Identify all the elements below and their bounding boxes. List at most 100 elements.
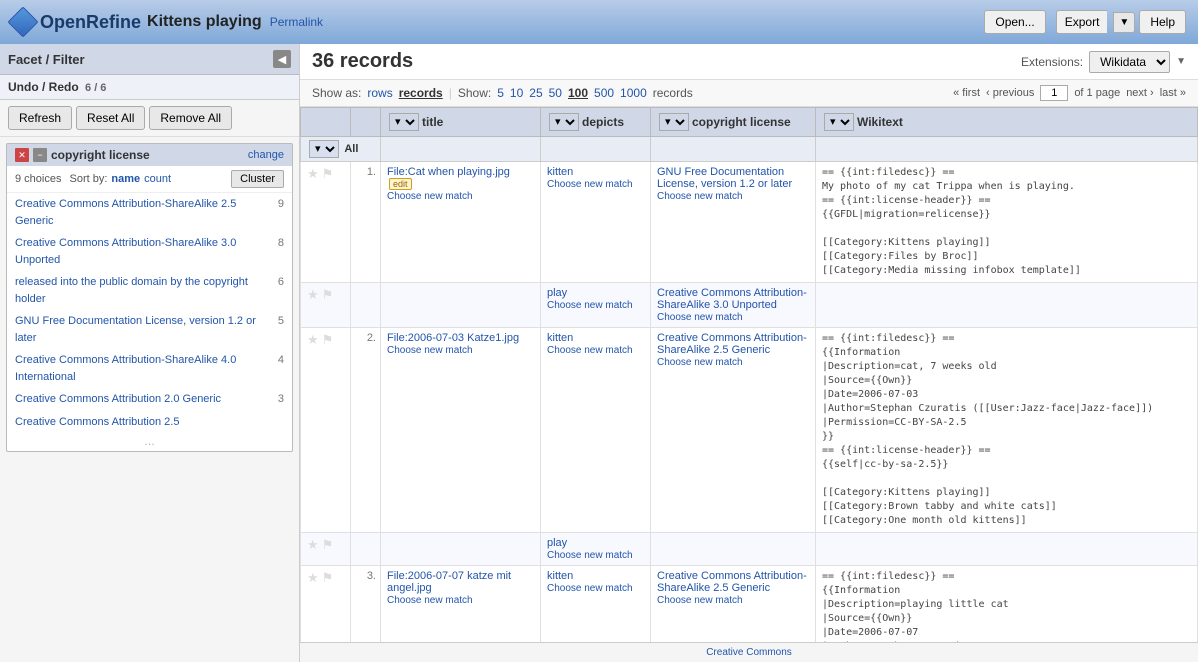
- sort-label: Sort by:: [69, 173, 107, 185]
- facet-item-6[interactable]: Creative Commons Attribution 2.0 Generic…: [7, 388, 292, 411]
- export-dropdown[interactable]: ▼: [1113, 12, 1135, 33]
- star-icon-2b[interactable]: ★: [307, 537, 319, 553]
- facet-item-4[interactable]: GNU Free Documentation License, version …: [7, 310, 292, 349]
- open-button[interactable]: Open...: [984, 10, 1045, 34]
- facet-item-3[interactable]: released into the public domain by the c…: [7, 271, 292, 310]
- show-50[interactable]: 50: [549, 86, 562, 100]
- star-icon-3[interactable]: ★: [307, 570, 319, 586]
- refresh-button[interactable]: Refresh: [8, 106, 72, 130]
- file-link-3[interactable]: File:2006-07-07 katze mit angel.jpg: [387, 570, 511, 594]
- previous-page-link[interactable]: ‹ previous: [986, 87, 1034, 99]
- choose-depicts-1b[interactable]: Choose new match: [547, 300, 633, 311]
- depicts-value-1b[interactable]: play: [547, 287, 567, 299]
- show-label: Show:: [458, 86, 491, 100]
- col-header-wikitext[interactable]: ▾ Wikitext: [816, 108, 1198, 137]
- flag-icon-3[interactable]: ⚑: [322, 570, 334, 586]
- wikitext-cell-2b: [816, 533, 1198, 566]
- depicts-value-1[interactable]: kitten: [547, 166, 573, 178]
- facet-item-2[interactable]: Creative Commons Attribution-ShareAlike …: [7, 232, 292, 271]
- file-link-1[interactable]: File:Cat when playing.jpg: [387, 166, 510, 178]
- facet-change-link[interactable]: change: [248, 149, 284, 161]
- depicts-value-2b[interactable]: play: [547, 537, 567, 549]
- depicts-value-3[interactable]: kitten: [547, 570, 573, 582]
- creative-commons-link[interactable]: Creative Commons: [706, 647, 792, 658]
- edit-badge-1[interactable]: edit: [389, 178, 412, 190]
- help-button[interactable]: Help: [1139, 10, 1186, 34]
- choose-copyright-1[interactable]: Choose new match: [657, 191, 743, 202]
- file-link-2[interactable]: File:2006-07-03 Katze1.jpg: [387, 332, 519, 344]
- table-row: ★ ⚑ play Choose new match: [301, 533, 1198, 566]
- reset-all-button[interactable]: Reset All: [76, 106, 145, 130]
- choose-match-title-1[interactable]: Choose new match: [387, 191, 473, 202]
- extensions-label: Extensions:: [1021, 55, 1083, 69]
- choose-depicts-2b[interactable]: Choose new match: [547, 550, 633, 561]
- show-10[interactable]: 10: [510, 86, 523, 100]
- show-100[interactable]: 100: [568, 86, 588, 100]
- first-page-link[interactable]: « first: [953, 87, 980, 99]
- choose-depicts-1[interactable]: Choose new match: [547, 179, 633, 190]
- footer: Creative Commons: [300, 642, 1198, 662]
- flag-icon-1b[interactable]: ⚑: [322, 287, 334, 303]
- star-icon-1b[interactable]: ★: [307, 287, 319, 303]
- title-col-dropdown[interactable]: ▾: [389, 113, 419, 131]
- show-1000[interactable]: 1000: [620, 86, 647, 100]
- facet-item-1[interactable]: Creative Commons Attribution-ShareAlike …: [7, 193, 292, 232]
- facet-x-button[interactable]: ✕: [15, 148, 29, 162]
- col-header-select: [301, 108, 351, 137]
- choose-copyright-3[interactable]: Choose new match: [657, 595, 743, 606]
- last-page-link[interactable]: last »: [1160, 87, 1186, 99]
- show-5[interactable]: 5: [497, 86, 504, 100]
- page-input[interactable]: [1040, 85, 1068, 101]
- table-row: ★ ⚑ 3. File:2006-07-07 katze mit angel.j…: [301, 566, 1198, 643]
- flag-icon-2b[interactable]: ⚑: [322, 537, 334, 553]
- copyright-col-dropdown[interactable]: ▾: [659, 113, 689, 131]
- show-25[interactable]: 25: [529, 86, 542, 100]
- copyright-value-2[interactable]: Creative Commons Attribution-ShareAlike …: [657, 332, 807, 356]
- cluster-button[interactable]: Cluster: [231, 170, 284, 188]
- wikitext-col-dropdown[interactable]: ▾: [824, 113, 854, 131]
- table-row: ★ ⚑ play Choose new match Creative Commo…: [301, 283, 1198, 328]
- choose-depicts-3[interactable]: Choose new match: [547, 583, 633, 594]
- remove-all-button[interactable]: Remove All: [149, 106, 232, 130]
- records-link[interactable]: records: [399, 86, 443, 100]
- choose-match-title-2[interactable]: Choose new match: [387, 345, 473, 356]
- depicts-col-dropdown[interactable]: ▾: [549, 113, 579, 131]
- copyright-value-1b[interactable]: Creative Commons Attribution-ShareAlike …: [657, 287, 807, 311]
- choose-match-title-3[interactable]: Choose new match: [387, 595, 473, 606]
- wikitext-cell-3: == {{int:filedesc}} == {{Information |De…: [816, 566, 1198, 643]
- permalink-link[interactable]: Permalink: [270, 15, 323, 29]
- star-icon-1[interactable]: ★: [307, 166, 319, 182]
- title-cell-1: File:Cat when playing.jpg edit: [387, 166, 510, 190]
- extensions-dropdown-arrow: ▼: [1176, 56, 1186, 67]
- depicts-value-2[interactable]: kitten: [547, 332, 573, 344]
- records-suffix-label: records: [653, 86, 693, 100]
- show-500[interactable]: 500: [594, 86, 614, 100]
- all-col-dropdown[interactable]: ▾: [309, 140, 339, 158]
- col-header-copyright[interactable]: ▾ copyright license: [651, 108, 816, 137]
- facet-minus-button[interactable]: −: [33, 148, 47, 162]
- copyright-value-3[interactable]: Creative Commons Attribution-ShareAlike …: [657, 570, 807, 594]
- flag-icon-2[interactable]: ⚑: [322, 332, 334, 348]
- flag-icon-1[interactable]: ⚑: [322, 166, 334, 182]
- record-count: 36 records: [312, 50, 413, 73]
- wikitext-cell-2: == {{int:filedesc}} == {{Information |De…: [816, 328, 1198, 533]
- extensions-select[interactable]: Wikidata: [1089, 51, 1170, 73]
- col-header-depicts[interactable]: ▾ depicts: [541, 108, 651, 137]
- of-page-label: of 1 page: [1074, 87, 1120, 99]
- export-button[interactable]: Export: [1056, 10, 1108, 34]
- choose-copyright-1b[interactable]: Choose new match: [657, 312, 743, 323]
- sort-by-count[interactable]: count: [144, 173, 171, 185]
- sort-by-name[interactable]: name: [111, 173, 140, 185]
- next-page-link[interactable]: next ›: [1126, 87, 1154, 99]
- choose-depicts-2[interactable]: Choose new match: [547, 345, 633, 356]
- rows-link[interactable]: rows: [367, 86, 392, 100]
- app-name: OpenRefine: [40, 12, 141, 33]
- col-header-rownum: [351, 108, 381, 137]
- facet-item-7[interactable]: Creative Commons Attribution 2.5: [7, 411, 292, 434]
- choose-copyright-2[interactable]: Choose new match: [657, 357, 743, 368]
- facet-item-5[interactable]: Creative Commons Attribution-ShareAlike …: [7, 349, 292, 388]
- collapse-sidebar-button[interactable]: ◀: [273, 50, 291, 68]
- star-icon-2[interactable]: ★: [307, 332, 319, 348]
- copyright-value-1[interactable]: GNU Free Documentation License, version …: [657, 166, 792, 190]
- col-header-title[interactable]: ▾ title: [381, 108, 541, 137]
